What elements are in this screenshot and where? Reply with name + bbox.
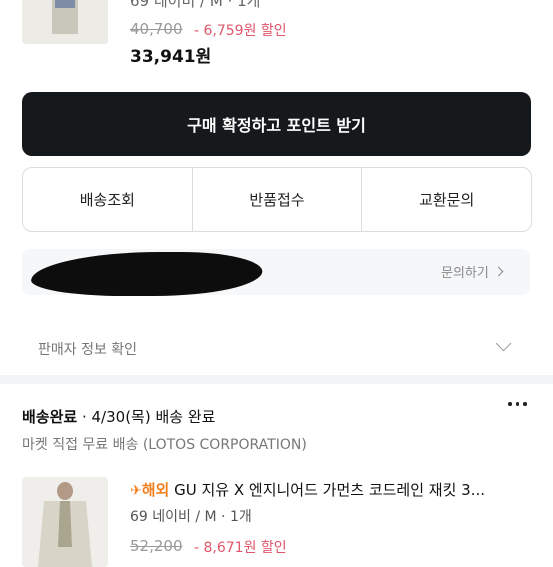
product-title-text: GU 지유 X 엔지니어드 가먼츠 코드레인 재킷 3... [169, 481, 486, 499]
order-actions: 배송조회 반품접수 교환문의 [22, 167, 532, 232]
delivery-status-label: 배송완료 [22, 408, 78, 426]
exchange-inquiry-button[interactable]: 교환문의 [361, 168, 531, 231]
delivery-date: · 4/30(목) 배송 완료 [77, 408, 216, 426]
overseas-badge: 해외 [141, 481, 170, 499]
return-request-button[interactable]: 반품접수 [191, 168, 362, 231]
product-title[interactable]: ✈해외 GU 지유 X 엔지니어드 가먼츠 코드레인 재킷 3... [130, 479, 485, 500]
seller-info-toggle[interactable]: 판매자 정보 확인 [38, 339, 137, 359]
delivery-status: 배송완료 · 4/30(목) 배송 완료 [22, 406, 215, 427]
airplane-icon: ✈ [130, 483, 142, 499]
original-price: 40,700 [130, 20, 183, 38]
product-option: 69 네이비 / M · 1개 [130, 0, 261, 10]
chevron-down-icon[interactable] [495, 335, 512, 352]
section-divider [0, 375, 553, 384]
delivery-method: 마켓 직접 무료 배송 (LOTOS CORPORATION) [22, 437, 307, 453]
confirm-purchase-button[interactable]: 구매 확정하고 포인트 받기 [22, 92, 531, 156]
product-option: 69 네이비 / M · 1개 [130, 509, 252, 525]
final-price: 33,941원 [130, 47, 212, 67]
product-thumbnail[interactable] [22, 0, 108, 44]
chevron-right-icon [493, 266, 504, 277]
track-delivery-button[interactable]: 배송조회 [23, 168, 192, 231]
original-price: 52,200 [130, 537, 183, 555]
more-options-icon[interactable] [508, 402, 527, 406]
inquiry-link-label: 문의하기 [441, 266, 489, 281]
product-thumbnail[interactable] [22, 477, 108, 567]
discount-amount: - 8,671원 할인 [194, 540, 287, 556]
inquiry-link[interactable]: 문의하기 [441, 262, 504, 281]
discount-amount: - 6,759원 할인 [194, 23, 287, 39]
